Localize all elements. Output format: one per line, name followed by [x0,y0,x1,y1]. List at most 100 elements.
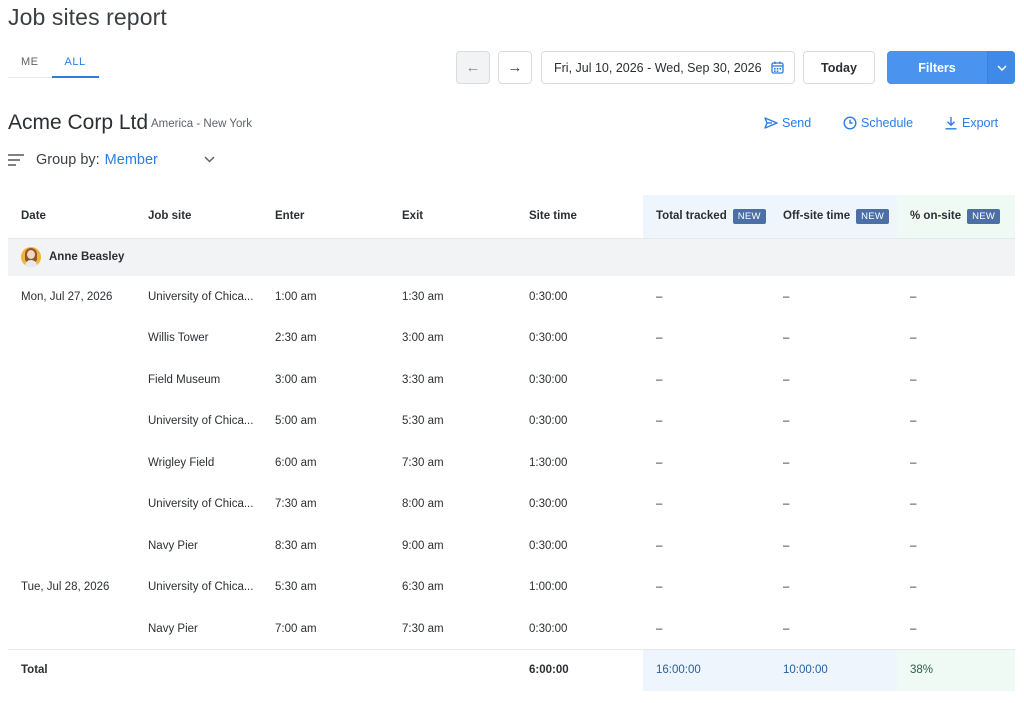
col-exit[interactable]: Exit [389,195,516,239]
member-group-row: Anne Beasley [8,238,1015,276]
table-row: Navy Pier 7:00 am 7:30 am 0:30:00 – – – [8,608,1015,650]
send-button[interactable]: Send [764,116,811,130]
table-row: Tue, Jul 28, 2026 University of Chica...… [8,567,1015,609]
member-header: Anne Beasley [21,247,1015,268]
new-badge: NEW [967,208,1001,224]
cell-date [8,525,135,567]
org-timezone: America - New York [151,118,252,130]
cell-total-tracked: – [656,539,663,552]
total-row: Total 6:00:00 16:00:00 10:00:00 38% [8,649,1015,691]
cell-enter: 6:00 am [275,456,317,469]
total-off-site-time: 10:00:00 [770,649,897,691]
cell-off-site-time: – [783,332,790,345]
table-row: Wrigley Field 6:00 am 7:30 am 1:30:00 – … [8,442,1015,484]
cell-enter: 5:30 am [275,581,317,594]
cell-date [8,401,135,443]
cell-job-site: Field Museum [148,373,221,386]
col-total-tracked[interactable]: Total tracked NEW [643,195,770,239]
today-button[interactable]: Today [803,51,875,84]
cell-total-tracked: – [656,622,663,635]
col-off-site-time[interactable]: Off-site time NEW [770,195,897,239]
filters-dropdown-button[interactable] [987,51,1015,84]
cell-off-site-time: – [783,622,790,635]
cell-enter: 1:00 am [275,290,317,303]
cell-pct-on-site: – [910,581,917,594]
cell-total-tracked: – [656,415,663,428]
col-enter[interactable]: Enter [262,195,389,239]
col-job-site[interactable]: Job site [135,195,262,239]
schedule-label: Schedule [861,116,914,130]
export-label: Export [962,116,999,130]
send-label: Send [782,116,812,130]
cell-site-time: 0:30:00 [529,539,568,552]
export-button[interactable]: Export [944,116,998,130]
cell-total-tracked: – [656,498,663,511]
cell-enter: 3:00 am [275,373,317,386]
cell-pct-on-site: – [910,415,917,428]
prev-range-button[interactable]: ← [456,51,490,84]
date-range-picker[interactable]: Fri, Jul 10, 2026 - Wed, Sep 30, 2026 [541,51,795,84]
page-title: Job sites report [8,4,167,30]
chevron-down-icon [204,156,215,163]
total-tracked: 16:00:00 [643,649,770,691]
cell-job-site: Wrigley Field [148,456,215,469]
cell-exit: 3:00 am [402,332,444,345]
cell-site-time: 0:30:00 [529,332,568,345]
cell-exit: 7:30 am [402,622,444,635]
col-pct-on-site[interactable]: % on-site NEW [897,195,1015,239]
tab-me[interactable]: ME [8,50,52,78]
cell-date [8,318,135,360]
cell-date [8,442,135,484]
cell-enter: 7:00 am [275,622,317,635]
filters-button-group: Filters [887,51,1015,84]
cell-exit: 8:00 am [402,498,444,511]
cell-pct-on-site: – [910,539,917,552]
cell-enter: 2:30 am [275,332,317,345]
new-badge: NEW [732,208,766,224]
col-off-site-time-label: Off-site time [783,209,851,222]
cell-site-time: 1:30:00 [529,456,568,469]
cell-pct-on-site: – [910,456,917,469]
cell-total-tracked: – [656,456,663,469]
filters-button[interactable]: Filters [887,51,987,84]
new-badge: NEW [856,208,890,224]
table-row: Navy Pier 8:30 am 9:00 am 0:30:00 – – – [8,525,1015,567]
group-by-selector[interactable]: Group by: Member [8,152,215,168]
cell-pct-on-site: – [910,498,917,511]
table-row: Field Museum 3:00 am 3:30 am 0:30:00 – –… [8,359,1015,401]
table-header-row: Date Job site Enter Exit Site time Total… [8,195,1015,239]
col-site-time[interactable]: Site time [516,195,643,239]
cell-off-site-time: – [783,456,790,469]
cell-off-site-time: – [783,498,790,511]
cell-off-site-time: – [783,373,790,386]
cell-date [8,608,135,650]
col-total-tracked-label: Total tracked [656,209,727,222]
avatar [21,247,41,268]
cell-pct-on-site: – [910,622,917,635]
schedule-button[interactable]: Schedule [843,116,913,130]
table-row: University of Chica... 5:00 am 5:30 am 0… [8,401,1015,443]
tab-all[interactable]: ALL [51,50,99,78]
cell-date [8,359,135,401]
next-range-button[interactable]: → [498,51,532,84]
cell-job-site: University of Chica... [148,290,254,303]
cell-exit: 9:00 am [402,539,444,552]
cell-off-site-time: – [783,539,790,552]
cell-exit: 3:30 am [402,373,444,386]
cell-date [8,484,135,526]
scope-tabs: ME ALL [8,50,100,78]
cell-site-time: 0:30:00 [529,498,568,511]
cell-pct-on-site: – [910,373,917,386]
group-by-label: Group by: [36,152,100,168]
lines-icon [8,154,24,166]
member-name: Anne Beasley [49,251,125,264]
send-icon [764,117,778,129]
cell-job-site: University of Chica... [148,498,254,511]
col-date[interactable]: Date [8,195,135,239]
cell-date: Mon, Jul 27, 2026 [21,290,113,303]
cell-job-site: Navy Pier [148,622,198,635]
cell-date: Tue, Jul 28, 2026 [21,581,110,594]
cell-exit: 6:30 am [402,581,444,594]
cell-total-tracked: – [656,373,663,386]
arrow-right-icon: → [507,59,523,76]
